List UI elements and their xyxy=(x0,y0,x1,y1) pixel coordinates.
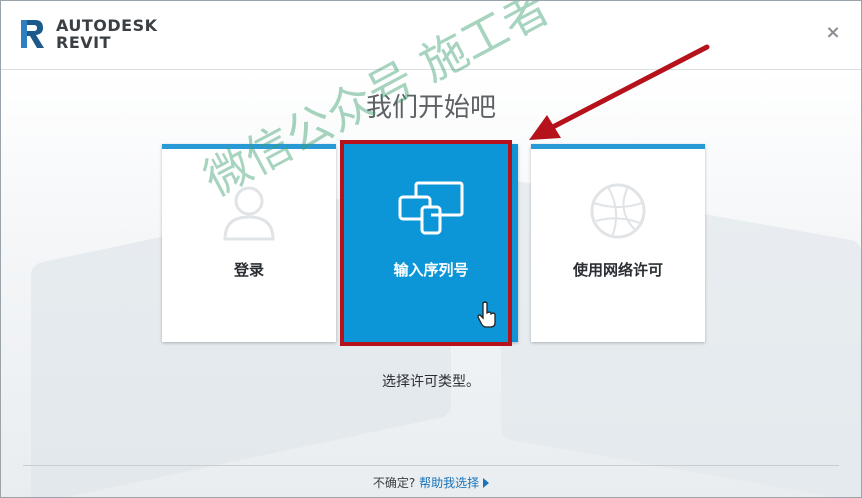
annotation-arrow-icon xyxy=(529,44,710,140)
license-dialog: AUTODESK REVIT × 我们开始吧 登录 输入序列号 使用网络许可 选… xyxy=(0,0,862,498)
